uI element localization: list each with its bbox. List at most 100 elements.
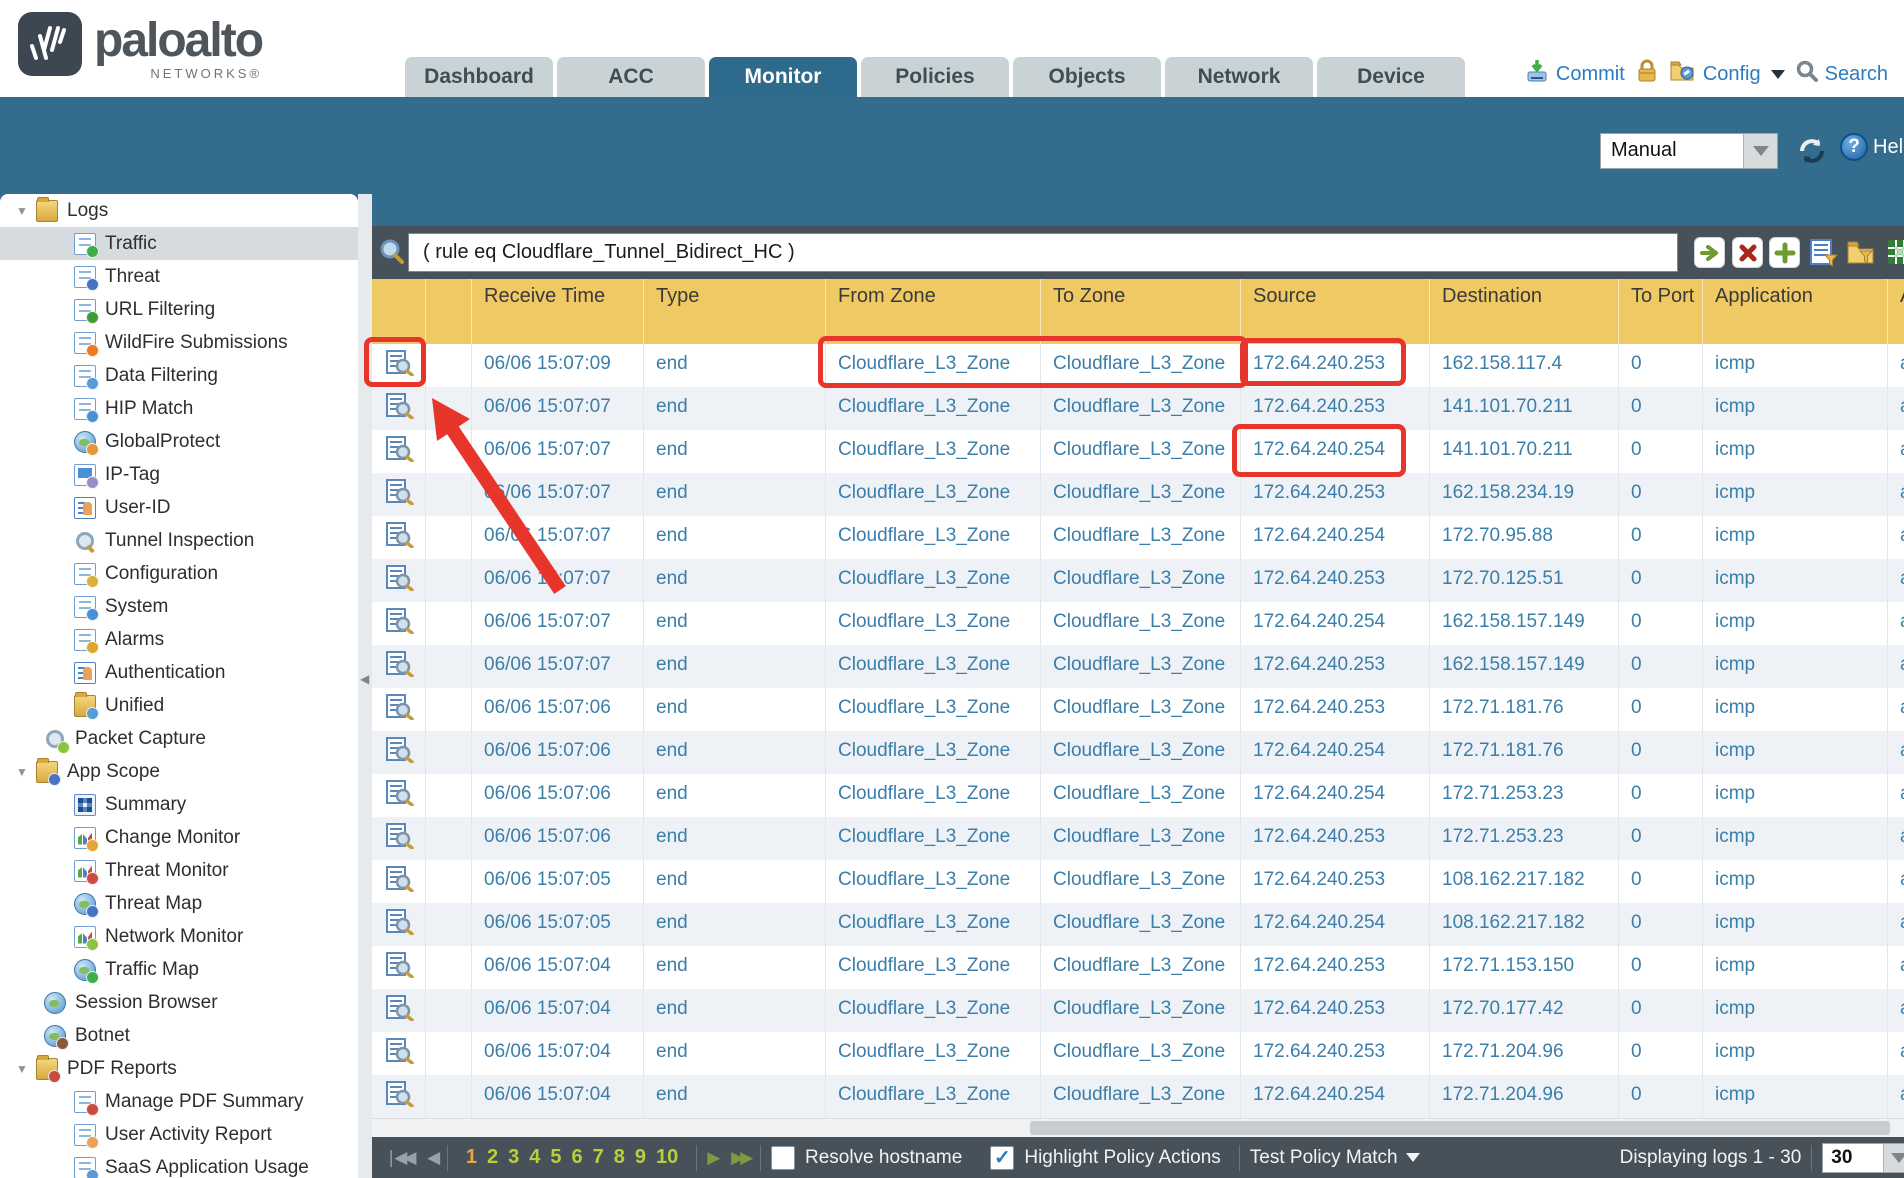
cell-from-zone[interactable]: Cloudflare_L3_Zone — [826, 602, 1041, 645]
sidebar-item-wildfire-submissions[interactable]: WildFire Submissions — [0, 326, 358, 359]
log-detail-icon[interactable] — [386, 780, 414, 812]
tab-objects[interactable]: Objects — [1013, 57, 1161, 97]
sidebar-item-unified[interactable]: Unified — [0, 689, 358, 722]
cell-receive-time[interactable]: 06/06 15:07:06 — [472, 774, 644, 817]
cell-destination[interactable]: 172.71.204.96 — [1430, 1075, 1619, 1118]
per-page-select[interactable]: 30 — [1822, 1143, 1904, 1173]
cell-to-port[interactable]: 0 — [1619, 774, 1703, 817]
sidebar-item-pdf-reports[interactable]: ▼PDF Reports — [0, 1052, 358, 1085]
horizontal-scrollbar-thumb[interactable] — [1030, 1121, 1890, 1135]
cell-destination[interactable]: 172.71.153.150 — [1430, 946, 1619, 989]
log-detail-icon[interactable] — [386, 694, 414, 726]
sidebar-item-system[interactable]: System — [0, 590, 358, 623]
cell-receive-time[interactable]: 06/06 15:07:06 — [472, 817, 644, 860]
sidebar-item-saas-application-usage[interactable]: SaaS Application Usage — [0, 1151, 358, 1178]
column-header-type[interactable]: Type — [644, 279, 826, 344]
expander-icon-pdf-reports[interactable]: ▼ — [16, 1062, 36, 1076]
cell-destination[interactable]: 172.70.177.42 — [1430, 989, 1619, 1032]
log-detail-icon[interactable] — [386, 737, 414, 769]
cell-a[interactable]: a — [1888, 645, 1904, 688]
cell-from-zone[interactable]: Cloudflare_L3_Zone — [826, 430, 1041, 473]
cell-source[interactable]: 172.64.240.254 — [1241, 1075, 1430, 1118]
cell-source[interactable]: 172.64.240.254 — [1241, 516, 1430, 559]
cell-from-zone[interactable]: Cloudflare_L3_Zone — [826, 989, 1041, 1032]
page-number-4[interactable]: 4 — [529, 1146, 540, 1169]
sidebar-item-summary[interactable]: Summary — [0, 788, 358, 821]
resolve-hostname-checkbox[interactable] — [771, 1146, 795, 1170]
page-number-1[interactable]: 1 — [466, 1146, 477, 1169]
cell-receive-time[interactable]: 06/06 15:07:07 — [472, 559, 644, 602]
cell-destination[interactable]: 172.71.253.23 — [1430, 817, 1619, 860]
cell-from-zone[interactable]: Cloudflare_L3_Zone — [826, 559, 1041, 602]
log-detail-icon[interactable] — [386, 608, 414, 640]
clear-filter-icon[interactable] — [1732, 237, 1763, 268]
cell-type[interactable]: end — [644, 473, 826, 516]
sidebar-item-url-filtering[interactable]: URL Filtering — [0, 293, 358, 326]
sidebar-item-user-id[interactable]: User-ID — [0, 491, 358, 524]
column-header-to-port[interactable]: To Port — [1619, 279, 1703, 344]
cell-type[interactable]: end — [644, 774, 826, 817]
sidebar-item-alarms[interactable]: Alarms — [0, 623, 358, 656]
log-detail-icon[interactable] — [386, 393, 414, 425]
cell-application[interactable]: icmp — [1703, 946, 1888, 989]
cell-destination[interactable]: 162.158.234.19 — [1430, 473, 1619, 516]
sidebar-item-tunnel-inspection[interactable]: Tunnel Inspection — [0, 524, 358, 557]
cell-type[interactable]: end — [644, 989, 826, 1032]
cell-from-zone[interactable]: Cloudflare_L3_Zone — [826, 387, 1041, 430]
log-detail-icon[interactable] — [386, 909, 414, 941]
cell-type[interactable]: end — [644, 946, 826, 989]
cell-to-port[interactable]: 0 — [1619, 817, 1703, 860]
sidebar-item-app-scope[interactable]: ▼App Scope — [0, 755, 358, 788]
cell-to-zone[interactable]: Cloudflare_L3_Zone — [1041, 1075, 1241, 1118]
log-detail-icon[interactable] — [386, 436, 414, 468]
test-policy-match-dropdown[interactable]: Test Policy Match — [1250, 1147, 1420, 1169]
cell-destination[interactable]: 141.101.70.211 — [1430, 430, 1619, 473]
cell-source[interactable]: 172.64.240.254 — [1241, 903, 1430, 946]
column-header-receive-time[interactable]: Receive Time — [472, 279, 644, 344]
cell-receive-time[interactable]: 06/06 15:07:07 — [472, 473, 644, 516]
log-detail-icon[interactable] — [386, 479, 414, 511]
cell-source[interactable]: 172.64.240.253 — [1241, 387, 1430, 430]
cell-a[interactable]: a — [1888, 602, 1904, 645]
cell-from-zone[interactable]: Cloudflare_L3_Zone — [826, 473, 1041, 516]
cell-from-zone[interactable]: Cloudflare_L3_Zone — [826, 731, 1041, 774]
log-detail-icon[interactable] — [386, 565, 414, 597]
log-detail-icon[interactable] — [386, 995, 414, 1027]
column-header-destination[interactable]: Destination — [1430, 279, 1619, 344]
cell-destination[interactable]: 162.158.117.4 — [1430, 344, 1619, 387]
sidebar-item-hip-match[interactable]: HIP Match — [0, 392, 358, 425]
cell-a[interactable]: a — [1888, 989, 1904, 1032]
cell-to-port[interactable]: 0 — [1619, 344, 1703, 387]
cell-to-port[interactable]: 0 — [1619, 645, 1703, 688]
sidebar-item-logs[interactable]: ▼Logs — [0, 194, 358, 227]
column-header-a[interactable]: A — [1888, 279, 1904, 344]
search-button[interactable]: Search — [1795, 59, 1888, 89]
log-detail-icon[interactable] — [386, 823, 414, 855]
filter-builder-icon[interactable] — [1808, 237, 1839, 268]
cell-to-port[interactable]: 0 — [1619, 688, 1703, 731]
cell-application[interactable]: icmp — [1703, 559, 1888, 602]
sidebar-item-traffic-map[interactable]: Traffic Map — [0, 953, 358, 986]
cell-destination[interactable]: 108.162.217.182 — [1430, 903, 1619, 946]
cell-receive-time[interactable]: 06/06 15:07:07 — [472, 602, 644, 645]
sidebar-item-manage-pdf-summary[interactable]: Manage PDF Summary — [0, 1085, 358, 1118]
collapse-sidebar-icon[interactable]: ◀ — [360, 672, 369, 686]
sidebar-item-threat[interactable]: Threat — [0, 260, 358, 293]
column-header-application[interactable]: Application — [1703, 279, 1888, 344]
cell-destination[interactable]: 172.71.181.76 — [1430, 731, 1619, 774]
log-detail-icon[interactable] — [386, 651, 414, 683]
cell-receive-time[interactable]: 06/06 15:07:04 — [472, 1032, 644, 1075]
column-header-source[interactable]: Source — [1241, 279, 1430, 344]
sidebar-item-packet-capture[interactable]: Packet Capture — [0, 722, 358, 755]
cell-source[interactable]: 172.64.240.253 — [1241, 989, 1430, 1032]
cell-a[interactable]: a — [1888, 473, 1904, 516]
cell-receive-time[interactable]: 06/06 15:07:09 — [472, 344, 644, 387]
cell-application[interactable]: icmp — [1703, 645, 1888, 688]
cell-a[interactable]: a — [1888, 860, 1904, 903]
page-number-5[interactable]: 5 — [550, 1146, 561, 1169]
refresh-mode-select[interactable]: Manual — [1600, 133, 1778, 169]
sidebar-item-traffic[interactable]: Traffic — [0, 227, 358, 260]
cell-to-zone[interactable]: Cloudflare_L3_Zone — [1041, 860, 1241, 903]
cell-type[interactable]: end — [644, 559, 826, 602]
cell-to-port[interactable]: 0 — [1619, 860, 1703, 903]
